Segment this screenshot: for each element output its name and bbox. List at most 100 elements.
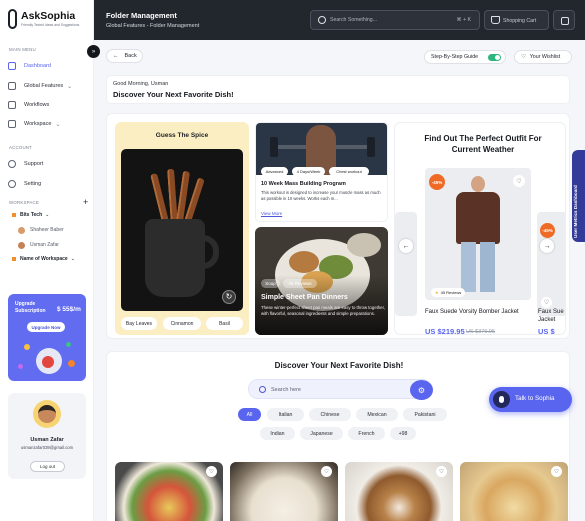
spice-image: ↻ [121, 149, 243, 311]
dish-card[interactable]: ♡ [345, 462, 453, 521]
wishlist-heart-icon[interactable]: ♡ [513, 175, 525, 187]
product-card-prev[interactable] [395, 212, 417, 316]
member-item[interactable]: Usman Zafar [18, 239, 59, 251]
chevron-down-icon: ⌄ [67, 83, 73, 90]
cuisine-filter[interactable]: Italian [267, 408, 304, 421]
back-button[interactable]: ← Back [106, 49, 143, 63]
spice-option[interactable]: Cinnamon [163, 317, 201, 330]
reviews-badge: ★ 45 Reviews [431, 288, 466, 297]
main-menu-label: MAIN MENU [9, 47, 36, 52]
heart-icon[interactable]: ♡ [206, 466, 217, 477]
confetti-illustration [24, 344, 30, 350]
search-icon [318, 16, 326, 24]
wishlist-heart-icon[interactable]: ♡ [541, 297, 552, 308]
logout-button[interactable]: Log out [30, 461, 65, 472]
greeting-text: Good Morning, Usman [113, 81, 169, 87]
talk-to-sophia-button[interactable]: Talk to Sophia [489, 387, 572, 412]
workspace-color-icon [12, 213, 16, 217]
brand-logo[interactable]: AskSophia Friendly Tested Ideas and Sugg… [8, 9, 90, 31]
dish-card[interactable]: ♡ [115, 462, 223, 521]
workspace-item-name[interactable]: Name of Workspace ⌄ [12, 253, 75, 265]
sidebar-item-label: Setting [24, 181, 42, 187]
sidebar-item-support[interactable]: Support [8, 157, 88, 171]
recipe-description: These winter-perfect sheet pan meals are… [261, 305, 385, 316]
whatsapp-button[interactable] [553, 10, 575, 30]
outfit-carousel: Find Out The Perfect Outfit For Current … [394, 122, 566, 335]
carousel-prev-button[interactable]: ← [399, 239, 413, 253]
whatsapp-icon [561, 17, 569, 25]
workout-title: 10 Week Mass Building Program [261, 181, 346, 187]
page-title: Folder Management [106, 11, 177, 20]
spice-option[interactable]: Bay Leaves [121, 317, 157, 330]
workspace-label-text: Name of Workspace [20, 256, 68, 262]
heart-icon[interactable]: ♡ [321, 466, 332, 477]
sidebar-item-dashboard[interactable]: Dashboard [8, 59, 88, 73]
cuisine-filter[interactable]: Mexican [356, 408, 398, 421]
spice-option[interactable]: Basil [206, 317, 243, 330]
sidebar-item-workflows[interactable]: Workflows [8, 98, 88, 112]
greeting-card: Good Morning, Usman Discover Your Next F… [106, 75, 570, 104]
wishlist-button[interactable]: ♡ Your Wishlist [514, 50, 572, 64]
heart-icon[interactable]: ♡ [551, 466, 562, 477]
profile-name: Usman Zafar [30, 437, 64, 443]
reviews-tag: 48 Reviews [283, 279, 317, 288]
cuisine-filter[interactable]: Pakistani [403, 408, 447, 421]
discount-badge: -45% [429, 174, 445, 190]
cuisine-filter-all[interactable]: All [238, 408, 261, 421]
collapse-sidebar-button[interactable]: » [87, 45, 100, 58]
sidebar-item-label: Workflows [24, 102, 50, 108]
cuisine-filter[interactable]: Indian [260, 427, 295, 440]
heart-icon[interactable]: ♡ [436, 466, 447, 477]
outfit-title: Find Out The Perfect Outfit For Current … [424, 134, 542, 154]
cuisine-filter-more[interactable]: +98 [390, 427, 416, 440]
sidebar-item-setting[interactable]: Setting [8, 177, 88, 191]
workspace-item-bits-tech[interactable]: Bits Tech ⌄ [12, 209, 49, 221]
toggle-switch[interactable] [488, 54, 501, 61]
confetti-illustration [66, 342, 71, 347]
workflow-icon [8, 101, 16, 109]
workout-card[interactable]: Advanced 4 Days/Week Chest workout 10 We… [255, 122, 388, 222]
view-more-link[interactable]: View More [261, 211, 282, 216]
shortcut-hint: ⌘ + K [456, 17, 471, 23]
cuisine-filter[interactable]: Japanese [300, 427, 343, 440]
brand-tagline: Friendly Tested Ideas and Suggestions [21, 23, 80, 27]
heart-icon: ♡ [521, 54, 526, 60]
avatar [18, 241, 25, 249]
workout-description: This workout is designed to increase you… [261, 190, 381, 201]
product-price: US $219.95 [425, 327, 465, 335]
sidebar-item-global-features[interactable]: Global Features ⌄ [8, 79, 88, 93]
product-card[interactable]: -45% ♡ ★ 45 Reviews [425, 168, 531, 300]
add-workspace-icon[interactable]: + [83, 198, 88, 207]
breadcrumb: Global Features - Folder Management [106, 23, 200, 29]
chevron-down-icon: ⌄ [45, 212, 50, 218]
carousel-next-button[interactable]: → [540, 239, 554, 253]
recipe-card[interactable]: Soup 48 Reviews Simple Sheet Pan Dinners… [255, 227, 388, 335]
upgrade-now-button[interactable]: Upgrade Now [27, 322, 65, 332]
cuisine-filter[interactable]: Chinese [309, 408, 351, 421]
dish-search[interactable]: ⚙ [248, 379, 433, 400]
spice-title: Guess The Spice [155, 132, 209, 139]
dish-card[interactable]: ♡ [230, 462, 338, 521]
step-guide-toggle[interactable]: Step-By-Step Guide [424, 50, 506, 64]
cart-label: Shopping Cart [503, 17, 537, 24]
support-icon [8, 160, 16, 168]
global-search[interactable]: Search Something... ⌘ + K [310, 10, 480, 30]
star-icon: ★ [435, 290, 439, 295]
dish-search-input[interactable] [271, 383, 401, 396]
cuisine-filter[interactable]: French [348, 427, 385, 440]
refresh-icon[interactable]: ↻ [222, 290, 236, 304]
discount-badge: -45% [540, 223, 555, 238]
app-window: AskSophia Friendly Tested Ideas and Sugg… [0, 0, 585, 521]
search-placeholder: Search Something... [330, 17, 378, 23]
member-item[interactable]: Shaheer Baber [18, 224, 64, 236]
upgrade-price: $ 55$/m [57, 306, 81, 313]
shopping-cart-button[interactable]: Shopping Cart [484, 10, 549, 30]
sidebar-item-workspace[interactable]: Workspace ⌄ [8, 117, 88, 131]
filter-button[interactable]: ⚙ [410, 380, 433, 400]
dish-card[interactable]: ♡ [460, 462, 568, 521]
member-name: Shaheer Baber [30, 227, 64, 233]
cart-icon [491, 16, 500, 24]
user-metrics-label: User Metrics Dashboard [573, 185, 578, 238]
workspace-color-icon [12, 257, 16, 261]
user-metrics-tab[interactable]: User Metrics Dashboard [572, 150, 585, 242]
